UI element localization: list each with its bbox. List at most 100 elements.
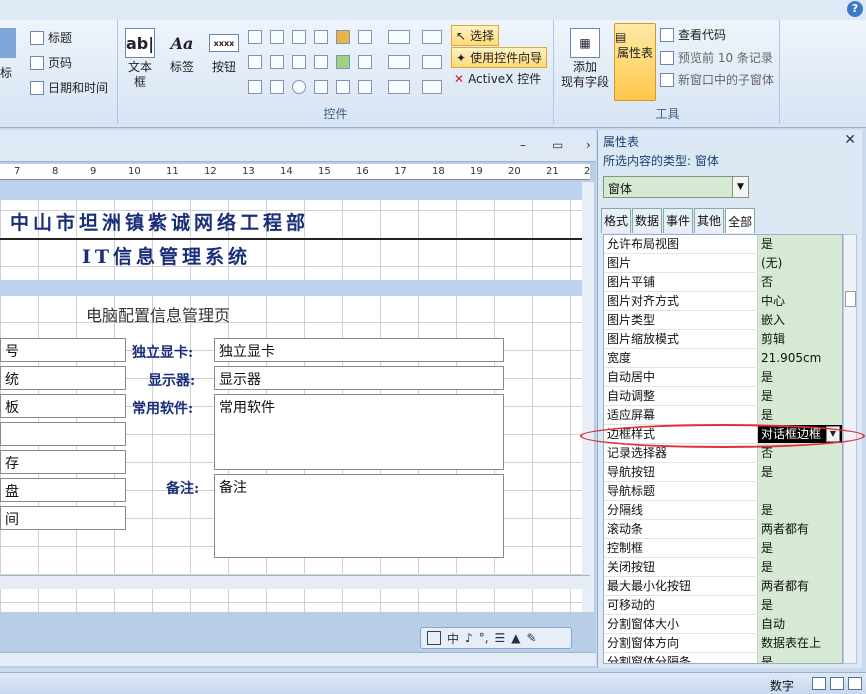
property-row[interactable]: 分割窗体方向 数据表在上: [604, 634, 842, 653]
property-scroll-thumb[interactable]: [845, 291, 856, 307]
property-value[interactable]: 是: [758, 596, 842, 614]
property-row[interactable]: 图片缩放模式 剪辑: [604, 330, 842, 349]
date-time-button[interactable]: 日期和时间: [30, 79, 108, 96]
option-button-icon[interactable]: [292, 80, 306, 94]
rectangle-icon[interactable]: [270, 55, 284, 69]
property-row[interactable]: 图片类型 嵌入: [604, 311, 842, 330]
left-partial-1[interactable]: 统: [0, 366, 126, 390]
property-value[interactable]: 是: [758, 501, 842, 519]
label-button[interactable]: Aa 标签: [164, 28, 200, 75]
subform-new-window-button[interactable]: 新窗口中的子窗体: [660, 71, 774, 88]
line-style-icon[interactable]: [388, 55, 410, 69]
system-title[interactable]: IT信息管理系统: [82, 242, 251, 269]
minimize-icon[interactable]: –: [520, 138, 526, 152]
ime-logo-icon[interactable]: [427, 631, 441, 645]
logo-icon[interactable]: [0, 28, 16, 58]
detail-band[interactable]: [0, 280, 582, 296]
property-row[interactable]: 分割窗体大小 自动: [604, 615, 842, 634]
layout-view-icon[interactable]: [830, 677, 844, 690]
help-icon[interactable]: ?: [847, 1, 863, 17]
gpu-label[interactable]: 独立显卡:: [132, 342, 193, 362]
property-value[interactable]: 中心: [758, 292, 842, 310]
unbound-frame-icon[interactable]: [314, 55, 328, 69]
property-row[interactable]: 图片对齐方式 中心: [604, 292, 842, 311]
property-row[interactable]: 导航标题: [604, 482, 842, 501]
textbox-button[interactable]: ab| 文本 框: [122, 28, 158, 90]
object-select[interactable]: 窗体 ▼: [603, 176, 749, 198]
chevron-down-icon[interactable]: ▼: [732, 177, 748, 197]
preview-records-button[interactable]: 预览前 10 条记录: [660, 49, 773, 66]
property-value[interactable]: 嵌入: [758, 311, 842, 329]
property-sheet-button[interactable]: ▤ 属性表: [614, 23, 656, 101]
property-value[interactable]: 是: [758, 368, 842, 386]
image-icon[interactable]: [336, 55, 350, 69]
gpu-field[interactable]: 独立显卡: [214, 338, 504, 362]
line-icon[interactable]: [270, 30, 284, 44]
property-row[interactable]: 图片平铺否: [604, 273, 842, 292]
property-value[interactable]: 两者都有: [758, 577, 842, 595]
attachment-icon[interactable]: [336, 80, 350, 94]
left-partial-2[interactable]: 板: [0, 394, 126, 418]
property-row[interactable]: 导航按钮是: [604, 463, 842, 482]
left-partial-3[interactable]: [0, 422, 126, 446]
property-value[interactable]: 是: [758, 539, 842, 557]
tab-other[interactable]: 其他: [694, 208, 725, 233]
property-value[interactable]: 剪辑: [758, 330, 842, 348]
property-value[interactable]: 数据表在上: [758, 634, 842, 652]
property-row[interactable]: 分割窗体分隔条是: [604, 653, 842, 663]
property-value[interactable]: 是: [758, 653, 842, 663]
property-row[interactable]: 控制框是: [604, 539, 842, 558]
property-scrollbar[interactable]: [843, 234, 857, 664]
property-row[interactable]: 分隔线是: [604, 501, 842, 520]
property-value[interactable]: 否: [758, 273, 842, 291]
combo-icon[interactable]: [248, 30, 262, 44]
left-partial-4[interactable]: 存: [0, 450, 126, 474]
bottom-scrollbar[interactable]: [0, 652, 596, 666]
close-icon[interactable]: ✕: [844, 132, 856, 148]
list-icon[interactable]: [358, 30, 372, 44]
software-field[interactable]: 常用软件: [214, 394, 504, 470]
property-row[interactable]: 自动调整是: [604, 387, 842, 406]
property-value[interactable]: 是: [758, 235, 842, 253]
ime-chinese-icon[interactable]: 中: [447, 630, 459, 647]
ime-keyboard-icon[interactable]: ☰: [495, 631, 506, 645]
property-row[interactable]: 关闭按钮是: [604, 558, 842, 577]
tab-data[interactable]: 数据: [632, 208, 663, 233]
property-row[interactable]: 图片 (无): [604, 254, 842, 273]
notes-label[interactable]: 备注:: [166, 478, 199, 498]
ime-toolbar[interactable]: 中 ♪ °, ☰ ▲ ✎: [420, 627, 572, 649]
tab-event[interactable]: 事件: [663, 208, 694, 233]
form-header-band[interactable]: [0, 182, 582, 200]
page-title[interactable]: 电脑配置信息管理页: [86, 302, 230, 326]
close-doc-icon[interactable]: ›: [586, 138, 591, 152]
software-label[interactable]: 常用软件:: [132, 398, 193, 418]
property-row[interactable]: 允许布局视图是: [604, 235, 842, 254]
left-partial-0[interactable]: 号: [0, 338, 126, 362]
subform-icon[interactable]: [248, 80, 262, 94]
line-thickness-icon[interactable]: [388, 30, 410, 44]
monitor-field[interactable]: 显示器: [214, 366, 504, 390]
select-button[interactable]: ↖ 选择: [451, 25, 500, 46]
title-button[interactable]: 标题: [30, 29, 72, 46]
control-wizard-button[interactable]: ✦ 使用控件向导: [451, 47, 548, 68]
design-view-icon[interactable]: [848, 677, 862, 690]
property-row[interactable]: 最大最小化按钮 两者都有: [604, 577, 842, 596]
property-value[interactable]: 两者都有: [758, 520, 842, 538]
form-view-icon[interactable]: [812, 677, 826, 690]
property-value[interactable]: 是: [758, 558, 842, 576]
command-button[interactable]: xxxx 按钮: [206, 28, 242, 75]
property-value[interactable]: (无): [758, 254, 842, 272]
hyperlink-icon[interactable]: [358, 55, 372, 69]
notes-field[interactable]: 备注: [214, 474, 504, 558]
checkbox-icon[interactable]: [292, 55, 306, 69]
form-vertical-scrollbar[interactable]: [582, 182, 594, 612]
ime-moon-icon[interactable]: ♪: [465, 631, 473, 645]
activex-button[interactable]: ✕ ActiveX 控件: [454, 70, 541, 87]
property-row[interactable]: 滚动条 两者都有: [604, 520, 842, 539]
company-title[interactable]: 中山市坦洲镇紫诚网络工程部: [10, 208, 309, 235]
paperclip-icon[interactable]: [358, 80, 372, 94]
line-type-icon[interactable]: [422, 30, 442, 44]
property-value[interactable]: 自动: [758, 615, 842, 633]
add-existing-field-button[interactable]: ▦ 添加 现有字段: [558, 28, 612, 90]
form-horizontal-scrollbar[interactable]: [0, 575, 590, 589]
